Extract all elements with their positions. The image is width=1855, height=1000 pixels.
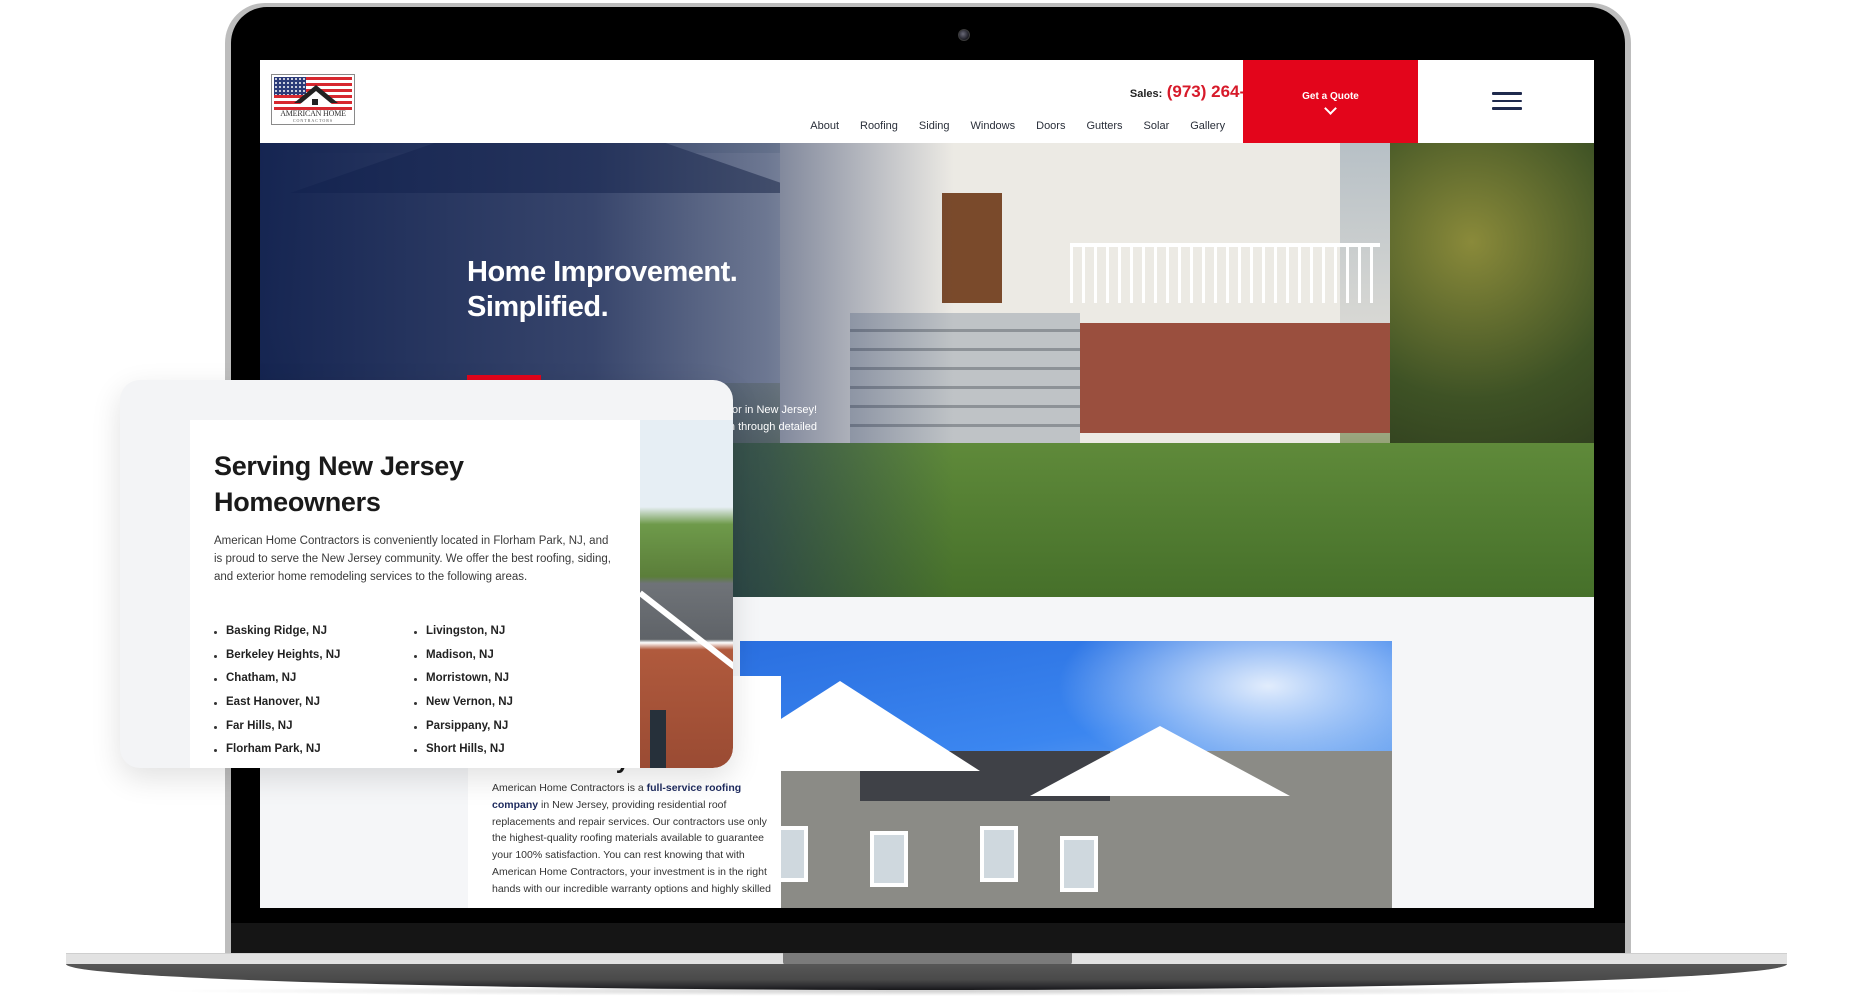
list-item: Madison, NJ (414, 649, 513, 673)
window-icon (312, 99, 318, 105)
get-quote-button[interactable]: Get a Quote (1243, 60, 1418, 143)
nav-doors[interactable]: Doors (1036, 120, 1065, 132)
chevron-down-icon (1324, 101, 1337, 115)
photo-gable-2 (1030, 726, 1290, 796)
nav-roofing[interactable]: Roofing (860, 120, 898, 132)
photo-trim (640, 590, 733, 682)
service-area-list-col1: Basking Ridge, NJ Berkeley Heights, NJ C… (214, 625, 340, 767)
list-item: Far Hills, NJ (214, 720, 340, 744)
list-item: Florham Park, NJ (214, 743, 340, 767)
service-area-title: Serving New Jersey Homeowners (214, 448, 574, 520)
brick-house-photo (640, 420, 733, 768)
hamburger-icon[interactable] (1492, 92, 1522, 110)
nav-windows[interactable]: Windows (971, 120, 1016, 132)
laptop-mockup: AMERICAN HOME CONTRACTORS Sales: (973) 2… (0, 0, 1855, 1000)
photo-shutter (650, 710, 666, 768)
list-item: Livingston, NJ (414, 625, 513, 649)
list-item: Basking Ridge, NJ (214, 625, 340, 649)
service-area-title-line1: Serving New Jersey (214, 451, 464, 481)
hero-title: Home Improvement. Simplified. (467, 255, 738, 325)
list-item: Berkeley Heights, NJ (214, 649, 340, 673)
webcam-icon (958, 29, 970, 41)
list-item: Short Hills, NJ (414, 743, 513, 767)
hamburger-line (1492, 107, 1522, 110)
get-quote-label: Get a Quote (1302, 90, 1359, 102)
list-item: Morristown, NJ (414, 672, 513, 696)
nav-siding[interactable]: Siding (919, 120, 950, 132)
service-area-card: Serving New Jersey Homeowners American H… (120, 380, 733, 768)
photo-window (870, 831, 908, 887)
nav-gutters[interactable]: Gutters (1086, 120, 1122, 132)
photo-window (1060, 836, 1098, 892)
company-logo[interactable]: AMERICAN HOME CONTRACTORS (271, 74, 355, 125)
nav-solar[interactable]: Solar (1144, 120, 1170, 132)
hero-title-line1: Home Improvement. (467, 256, 738, 288)
list-item: East Hanover, NJ (214, 696, 340, 720)
list-item: Parsippany, NJ (414, 720, 513, 744)
roofing-para-rest: in New Jersey, providing residential roo… (492, 798, 771, 895)
laptop-shadow (150, 986, 1710, 996)
list-item: Chatham, NJ (214, 672, 340, 696)
logo-name: AMERICAN HOME (280, 109, 346, 118)
service-area-title-line2: Homeowners (214, 487, 381, 517)
logo-subtitle: CONTRACTORS (292, 118, 334, 123)
nav-gallery[interactable]: Gallery (1190, 120, 1225, 132)
list-item: New Vernon, NJ (414, 696, 513, 720)
roofing-para-start: American Home Contractors is a (492, 782, 647, 794)
hero-title-line2: Simplified. (467, 291, 609, 323)
site-header: AMERICAN HOME CONTRACTORS Sales: (973) 2… (260, 60, 1594, 143)
roofing-paragraph: American Home Contractors is a full-serv… (492, 780, 777, 898)
service-area-list-col2: Livingston, NJ Madison, NJ Morristown, N… (414, 625, 513, 767)
sales-label: Sales: (1129, 88, 1163, 100)
photo-window (980, 826, 1018, 882)
main-nav: About Roofing Siding Windows Doors Gutte… (789, 120, 1284, 132)
hamburger-line (1492, 99, 1522, 102)
laptop-bezel-chin (231, 923, 1625, 953)
service-area-description: American Home Contractors is convenientl… (214, 535, 611, 583)
roofing-house-photo (740, 641, 1392, 908)
nav-about[interactable]: About (810, 120, 839, 132)
hamburger-line (1492, 92, 1522, 95)
